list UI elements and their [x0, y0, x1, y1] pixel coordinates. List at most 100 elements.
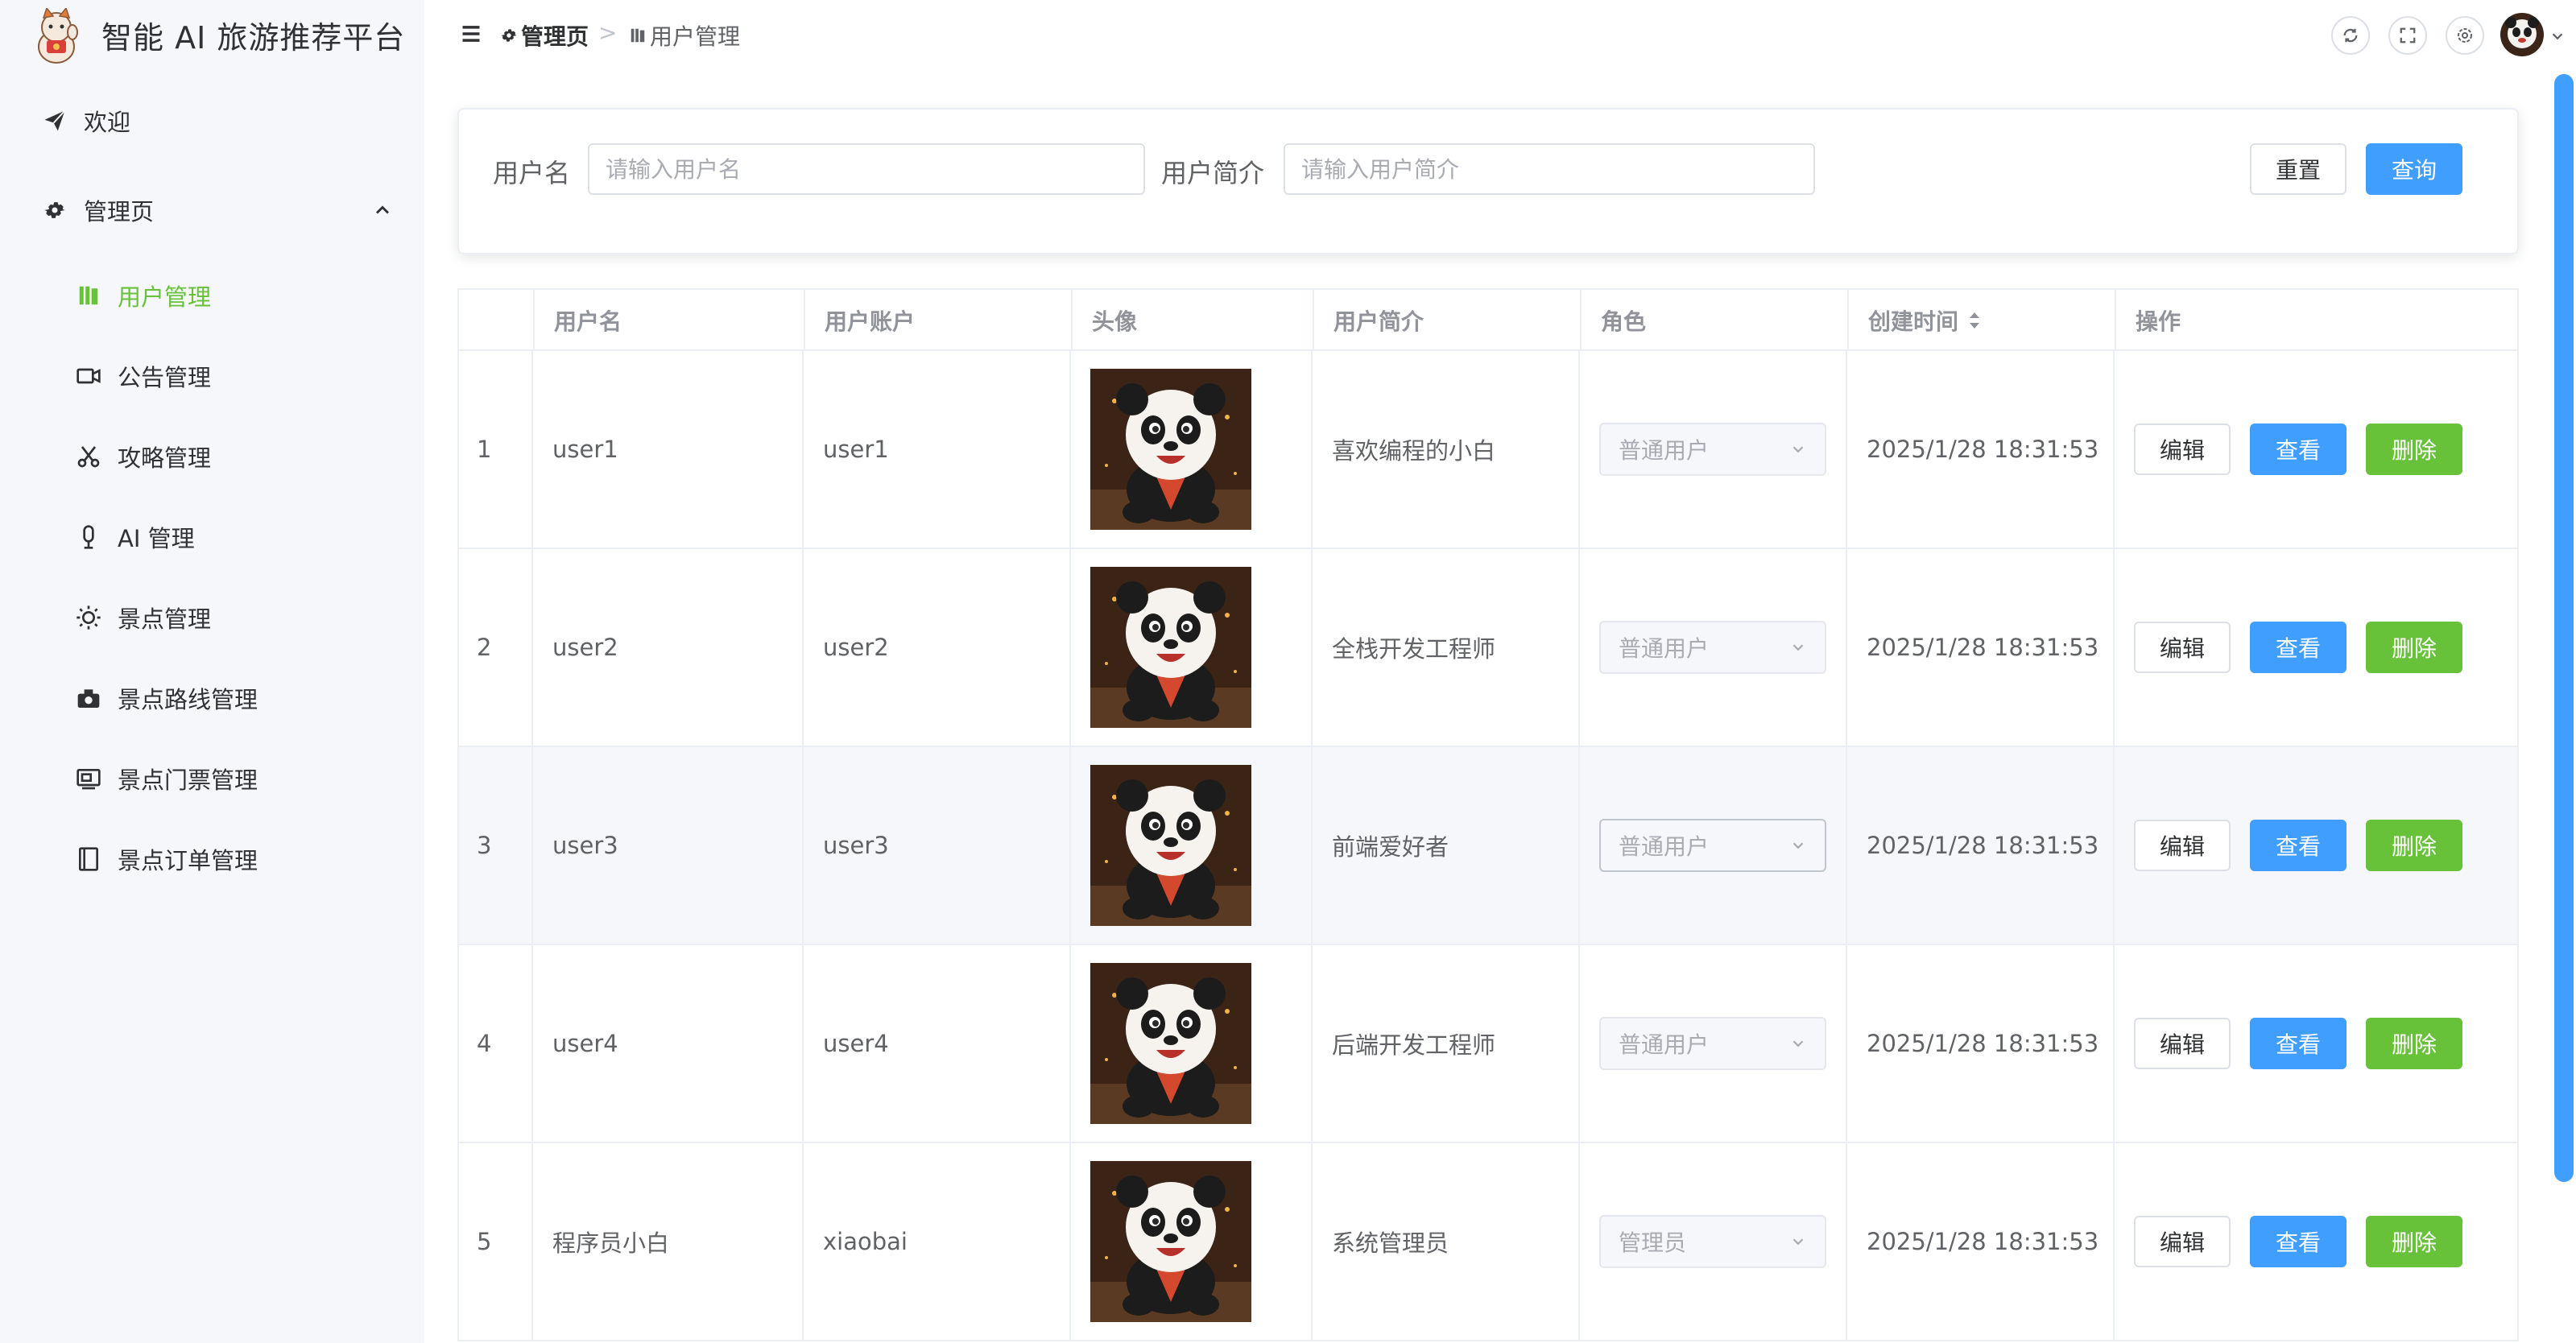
- top-header: 管理页 > 用户管理: [424, 0, 2576, 74]
- chevron-up-icon[interactable]: [371, 199, 394, 221]
- view-button[interactable]: 查看: [2250, 622, 2347, 673]
- search-card: 用户名 用户简介 重置 查询: [457, 108, 2519, 254]
- sidebar-item-route-management[interactable]: 景点路线管理: [0, 658, 424, 738]
- sidebar-item-label: AI 管理: [118, 525, 195, 552]
- column-header-created[interactable]: 创建时间: [1849, 290, 2116, 351]
- breadcrumb-label: 管理页: [521, 23, 589, 50]
- sidebar-item-order-management[interactable]: 景点订单管理: [0, 819, 424, 899]
- username-label: 用户名: [493, 158, 571, 188]
- fullscreen-button[interactable]: [2388, 16, 2427, 55]
- column-header-avatar: 头像: [1073, 290, 1314, 351]
- cell-role: 普通用户: [1580, 945, 1847, 1142]
- sort-icon[interactable]: [1966, 310, 1983, 331]
- edit-button[interactable]: 编辑: [2134, 1018, 2231, 1069]
- cell-created: 2025/1/28 18:31:53: [1847, 1143, 2115, 1340]
- role-select[interactable]: 普通用户: [1599, 1017, 1826, 1070]
- row-actions: 编辑 查看 删除: [2134, 1018, 2462, 1069]
- delete-button[interactable]: 删除: [2366, 1216, 2462, 1267]
- chevron-down-icon: [1792, 1238, 1804, 1246]
- cell-created: 2025/1/28 18:31:53: [1847, 945, 2115, 1142]
- view-button[interactable]: 查看: [2250, 1018, 2347, 1069]
- sidebar-item-welcome[interactable]: 欢迎: [0, 81, 424, 161]
- chevron-down-icon[interactable]: [2549, 27, 2566, 45]
- edit-button[interactable]: 编辑: [2134, 820, 2231, 871]
- delete-button[interactable]: 删除: [2366, 424, 2462, 475]
- panda-avatar-icon: [1090, 567, 1251, 728]
- cell-role: 普通用户: [1580, 747, 1847, 944]
- user-avatar[interactable]: [2500, 13, 2544, 56]
- role-select[interactable]: 普通用户: [1599, 819, 1826, 872]
- delete-button[interactable]: 删除: [2366, 1018, 2462, 1069]
- sidebar-item-label: 攻略管理: [118, 444, 212, 472]
- cell-profile: 全栈开发工程师: [1313, 549, 1580, 746]
- role-select[interactable]: 管理员: [1599, 1215, 1826, 1268]
- refresh-icon: [2343, 28, 2358, 43]
- sidebar-item-label: 景点订单管理: [118, 847, 258, 874]
- column-header-role: 角色: [1582, 290, 1849, 351]
- cell-profile: 喜欢编程的小白: [1313, 351, 1580, 548]
- table-header: 用户名 用户账户 头像 用户简介 角色 创建时间 操作: [457, 288, 2519, 351]
- microphone-icon: [74, 523, 103, 552]
- delete-button[interactable]: 删除: [2366, 820, 2462, 871]
- role-select-value: 普通用户: [1619, 635, 1710, 662]
- chevron-down-icon: [1792, 644, 1804, 651]
- cell-avatar: [1071, 1143, 1313, 1340]
- sidebar-item-label: 景点管理: [118, 605, 212, 633]
- role-select-value: 普通用户: [1619, 1031, 1710, 1058]
- breadcrumb-admin[interactable]: 管理页: [498, 19, 589, 52]
- delete-button[interactable]: 删除: [2366, 622, 2462, 673]
- view-button[interactable]: 查看: [2250, 820, 2347, 871]
- scrollbar-thumb[interactable]: [2554, 74, 2574, 1182]
- app-root: 智能 AI 旅游推荐平台 欢迎 管理页 用户管理 公告管理 攻略管理 AI 管理…: [0, 0, 2576, 1343]
- cell-avatar: [1071, 351, 1313, 548]
- fullscreen-icon: [2400, 27, 2416, 43]
- cell-actions: 编辑 查看 删除: [2115, 351, 2517, 548]
- sidebar-item-scenic-management[interactable]: 景点管理: [0, 577, 424, 658]
- reset-button[interactable]: 重置: [2250, 143, 2347, 195]
- cell-role: 管理员: [1580, 1143, 1847, 1340]
- settings-button[interactable]: [2446, 16, 2484, 55]
- sidebar-item-label: 公告管理: [118, 364, 212, 391]
- row-actions: 编辑 查看 删除: [2134, 1216, 2462, 1267]
- user-list-icon: [74, 281, 103, 310]
- query-button[interactable]: 查询: [2366, 143, 2462, 195]
- cell-profile: 系统管理员: [1313, 1143, 1580, 1340]
- edit-button[interactable]: 编辑: [2134, 424, 2231, 475]
- profile-input[interactable]: [1284, 143, 1815, 195]
- view-button[interactable]: 查看: [2250, 424, 2347, 475]
- view-button[interactable]: 查看: [2250, 1216, 2347, 1267]
- edit-button[interactable]: 编辑: [2134, 622, 2231, 673]
- edit-button[interactable]: 编辑: [2134, 1216, 2231, 1267]
- cell-username: user4: [533, 945, 804, 1142]
- cell-created: 2025/1/28 18:31:53: [1847, 747, 2115, 944]
- sidebar-item-guide-management[interactable]: 攻略管理: [0, 416, 424, 497]
- breadcrumb-separator: >: [598, 19, 618, 46]
- menu-toggle-icon[interactable]: [460, 23, 482, 45]
- username-input[interactable]: [588, 143, 1145, 195]
- sidebar-item-ticket-management[interactable]: 景点门票管理: [0, 738, 424, 819]
- cell-index: 5: [457, 1143, 533, 1340]
- role-select-value: 普通用户: [1619, 833, 1710, 860]
- cell-profile: 前端爱好者: [1313, 747, 1580, 944]
- chevron-down-icon: [1792, 446, 1804, 453]
- panda-avatar-icon: [1090, 963, 1251, 1124]
- gear-icon: [40, 196, 69, 225]
- sidebar-item-user-management[interactable]: 用户管理: [0, 255, 424, 336]
- role-select[interactable]: 普通用户: [1599, 423, 1826, 476]
- sun-icon: [74, 603, 103, 632]
- breadcrumb-label: 用户管理: [650, 23, 741, 50]
- user-list-icon: [631, 28, 645, 43]
- cell-account: user4: [804, 945, 1071, 1142]
- sidebar-item-ai-management[interactable]: AI 管理: [0, 497, 424, 577]
- cell-index: 4: [457, 945, 533, 1142]
- sidebar: 智能 AI 旅游推荐平台 欢迎 管理页 用户管理 公告管理 攻略管理 AI 管理…: [0, 0, 424, 1343]
- sidebar-item-notice-management[interactable]: 公告管理: [0, 336, 424, 416]
- cell-avatar: [1071, 747, 1313, 944]
- role-select[interactable]: 普通用户: [1599, 621, 1826, 674]
- chevron-down-icon: [1792, 842, 1804, 849]
- row-actions: 编辑 查看 删除: [2134, 424, 2462, 475]
- panda-avatar-icon: [2500, 13, 2544, 56]
- table-row: 5 程序员小白 xiaobai 系统管理员 管理员 2025/1/28 18:31:53…: [457, 1143, 2519, 1341]
- refresh-button[interactable]: [2331, 16, 2370, 55]
- sidebar-item-admin[interactable]: 管理页: [0, 170, 424, 250]
